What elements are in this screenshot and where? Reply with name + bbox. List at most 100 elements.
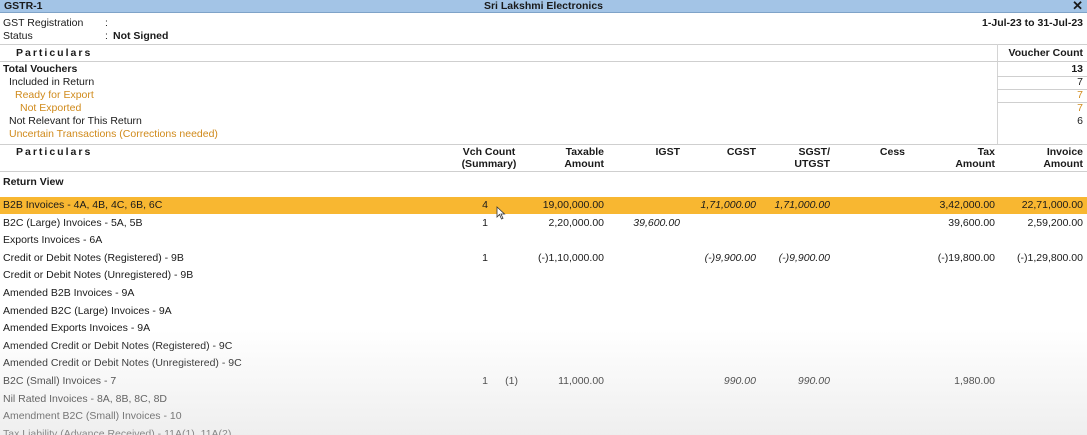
summary-count: 7	[1077, 89, 1083, 101]
close-icon[interactable]: ✕	[1072, 0, 1083, 13]
cell-sgst: 990.00	[797, 375, 830, 387]
mouse-cursor-icon	[496, 206, 506, 220]
summary-count: 6	[1077, 115, 1083, 127]
cell-particulars: Amended B2B Invoices - 9A	[3, 287, 135, 299]
table-row[interactable]: Tax Liability (Advance Received) - 11A(1…	[0, 426, 1087, 435]
summary-count: 7	[1077, 102, 1083, 114]
cell-cgst: (-)9,900.00	[704, 251, 756, 264]
col-header-igst: IGST	[655, 146, 680, 158]
col-header-text: Amount	[1043, 158, 1083, 170]
col-header-cess: Cess	[879, 146, 905, 158]
table-row[interactable]: B2C (Large) Invoices - 5A, 5B 1 2,20,000.0…	[0, 215, 1087, 232]
section-title-return-view: Return View	[3, 176, 64, 188]
cell-igst: 39,600.00	[633, 216, 680, 229]
col-header-particulars: Particulars	[16, 146, 93, 158]
cell-particulars: Amended Credit or Debit Notes (Unregiste…	[3, 357, 242, 370]
col-header-sgst: SGST/ UTGST	[770, 146, 830, 170]
cell-particulars: Nil Rated Invoices - 8A, 8B, 8C, 8D	[3, 392, 167, 405]
status-value: Not Signed	[113, 30, 169, 42]
cell-vch-count: 1	[482, 251, 488, 264]
cell-tax: (-)19,800.00	[937, 251, 995, 264]
summary-particulars-header: Particulars	[16, 47, 93, 59]
table-row[interactable]: Amended B2C (Large) Invoices - 9A	[0, 303, 1087, 320]
summary-row-total-vouchers[interactable]: Total Vouchers 13	[0, 63, 1087, 76]
gst-registration-label: GST Registration	[3, 17, 84, 29]
divider	[0, 61, 1087, 62]
summary-row-included[interactable]: Included in Return 7	[0, 76, 1087, 89]
table-row[interactable]: Amended Credit or Debit Notes (Registere…	[0, 338, 1087, 355]
cell-particulars: B2C (Large) Invoices - 5A, 5B	[3, 216, 143, 229]
table-row[interactable]: Exports Invoices - 6A	[0, 232, 1087, 249]
table-row[interactable]: Amended Credit or Debit Notes (Unregiste…	[0, 355, 1087, 372]
cell-taxable: 11,000.00	[558, 375, 604, 387]
table-row[interactable]: Nil Rated Invoices - 8A, 8B, 8C, 8D	[0, 391, 1087, 408]
col-header-invoice: Invoice Amount	[1013, 146, 1083, 170]
col-header-text: Taxable	[565, 146, 604, 158]
cell-particulars: B2B Invoices - 4A, 4B, 4C, 6B, 6C	[3, 199, 163, 211]
table-row[interactable]: B2C (Small) Invoices - 7 1 (1) 11,000.00 990…	[0, 373, 1087, 390]
cell-vch-count: 1	[482, 216, 488, 229]
summary-label: Ready for Export	[15, 89, 94, 101]
col-header-text: Amount	[955, 158, 995, 170]
col-header-text: Tax	[977, 146, 995, 158]
summary-label: Included in Return	[9, 76, 95, 88]
cell-tax: 39,600.00	[948, 216, 995, 229]
cell-tax: 1,980.00	[954, 375, 995, 387]
cell-vch-summary: (1)	[505, 375, 518, 387]
summary-label: Not Relevant for This Return	[9, 115, 142, 127]
cell-cgst: 1,71,000.00	[700, 199, 756, 211]
cell-particulars: Credit or Debit Notes (Unregistered) - 9…	[3, 269, 194, 282]
table-row[interactable]: Amended Exports Invoices - 9A	[0, 320, 1087, 337]
col-header-text: (Summary)	[461, 158, 517, 170]
cell-particulars: Credit or Debit Notes (Registered) - 9B	[3, 251, 184, 264]
col-header-text: Vch Count	[462, 146, 516, 158]
cell-taxable: 19,00,000.00	[542, 199, 604, 211]
col-header-text: Amount	[564, 158, 604, 170]
cell-particulars: Exports Invoices - 6A	[3, 234, 103, 247]
cell-particulars: Amendment B2C (Small) Invoices - 10	[3, 410, 182, 423]
cell-particulars: Amended Credit or Debit Notes (Registere…	[3, 339, 233, 352]
col-header-vch-count: Vch Count (Summary)	[452, 146, 526, 170]
company-name: Sri Lakshmi Electronics	[483, 0, 604, 12]
cell-vch-count: 1	[482, 375, 488, 387]
summary-row-not-relevant[interactable]: Not Relevant for This Return 6	[0, 115, 1087, 128]
summary-label: Not Exported	[20, 102, 82, 114]
cell-taxable: 2,20,000.00	[548, 216, 604, 229]
table-row[interactable]: Amendment B2C (Small) Invoices - 10	[0, 408, 1087, 425]
cell-particulars: Amended B2C (Large) Invoices - 9A	[3, 304, 172, 317]
summary-count: 7	[1077, 76, 1083, 88]
summary-label: Total Vouchers	[3, 63, 78, 75]
summary-voucher-count-header: Voucher Count	[1008, 47, 1083, 59]
col-header-text: UTGST	[794, 158, 830, 170]
title-bar: GSTR-1 Sri Lakshmi Electronics ✕	[0, 0, 1087, 13]
summary-label: Uncertain Transactions (Corrections need…	[9, 128, 218, 140]
cell-particulars: B2C (Small) Invoices - 7	[3, 375, 117, 387]
col-header-cgst: CGST	[726, 146, 756, 158]
cell-sgst: (-)9,900.00	[778, 251, 830, 264]
divider	[0, 44, 1087, 45]
table-row[interactable]: Credit or Debit Notes (Registered) - 9B 1…	[0, 250, 1087, 267]
table-row[interactable]: Credit or Debit Notes (Unregistered) - 9…	[0, 267, 1087, 284]
cell-invoice: (-)1,29,800.00	[1017, 251, 1083, 264]
col-header-tax: Tax Amount	[935, 146, 995, 170]
summary-count: 13	[1071, 63, 1083, 75]
summary-row-ready-for-export[interactable]: Ready for Export 7	[0, 89, 1087, 102]
col-header-text: SGST/	[798, 146, 830, 158]
gst-registration-colon: :	[105, 17, 108, 29]
cell-sgst: 1,71,000.00	[774, 199, 830, 211]
col-header-text: Invoice	[1046, 146, 1083, 158]
divider	[0, 171, 1087, 172]
summary-row-uncertain[interactable]: Uncertain Transactions (Corrections need…	[0, 128, 1087, 141]
cell-particulars: Amended Exports Invoices - 9A	[3, 322, 151, 335]
summary-row-not-exported[interactable]: Not Exported 7	[0, 102, 1087, 115]
cell-tax: 3,42,000.00	[939, 199, 995, 211]
cell-invoice: 2,59,200.00	[1027, 216, 1083, 229]
cell-vch-count: 4	[482, 199, 488, 211]
period-range[interactable]: 1-Jul-23 to 31-Jul-23	[982, 17, 1083, 29]
cell-particulars: Tax Liability (Advance Received) - 11A(1…	[3, 427, 232, 435]
divider	[0, 144, 1087, 145]
table-row[interactable]: B2B Invoices - 4A, 4B, 4C, 6B, 6C 4 19,00,…	[0, 197, 1087, 214]
table-row[interactable]: Amended B2B Invoices - 9A	[0, 285, 1087, 302]
status-label: Status	[3, 30, 33, 42]
col-header-taxable: Taxable Amount	[540, 146, 604, 170]
